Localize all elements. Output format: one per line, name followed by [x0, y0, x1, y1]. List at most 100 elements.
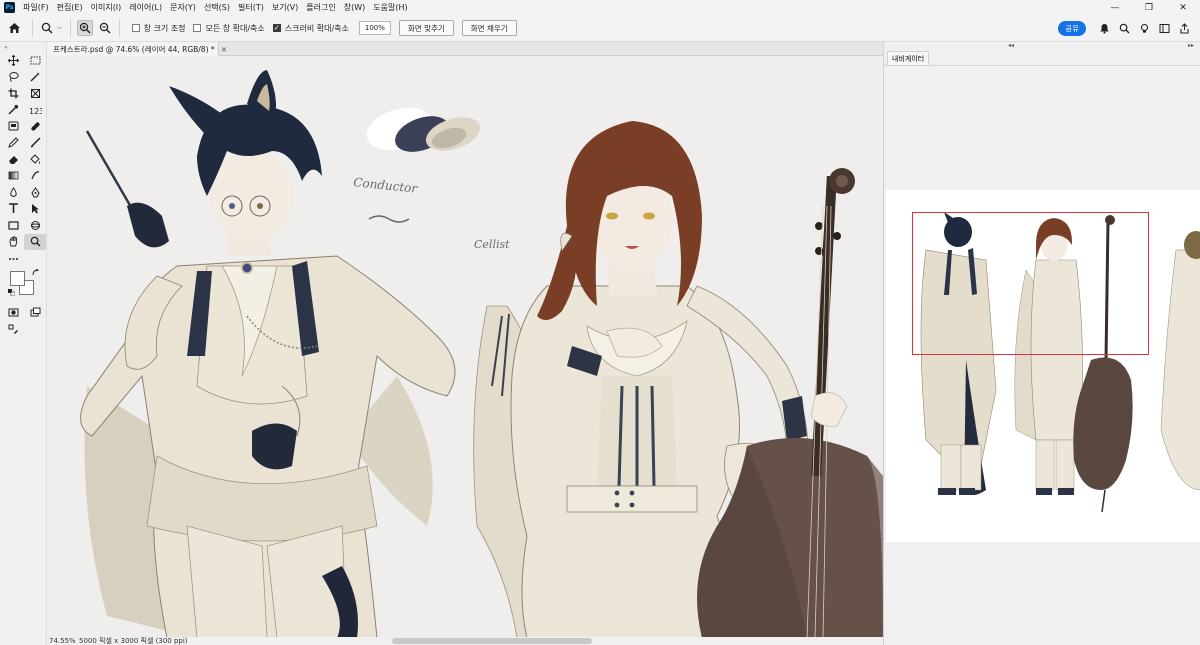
- more-tools-button[interactable]: [2, 250, 24, 267]
- magic-wand-tool[interactable]: [24, 69, 46, 86]
- brush-tool-icon: [30, 137, 41, 148]
- count-tool[interactable]: 123: [24, 102, 46, 119]
- workspace-icon: [1159, 23, 1169, 33]
- menu-type[interactable]: 문자(Y): [166, 2, 200, 13]
- notifications-button[interactable]: [1094, 18, 1114, 38]
- status-bar: 74.55% 5000 픽셀 x 3000 픽셀 (300 ppi): [47, 637, 883, 645]
- gradient-tool[interactable]: [2, 168, 24, 185]
- eraser-tool[interactable]: [2, 151, 24, 168]
- window-controls: — ❐ ✕: [1098, 0, 1200, 15]
- menu-layer[interactable]: 레이어(L): [125, 2, 166, 13]
- fill-screen-button[interactable]: 화면 채우기: [461, 20, 517, 36]
- spot-healing-tool[interactable]: [2, 118, 24, 135]
- menu-file[interactable]: 파일(F): [19, 2, 53, 13]
- frame-tool[interactable]: [24, 85, 46, 102]
- maximize-button[interactable]: ❐: [1132, 0, 1166, 15]
- 3d-object-icon: [30, 220, 40, 230]
- menu-view[interactable]: 보기(V): [268, 2, 302, 13]
- type-tool[interactable]: [2, 201, 24, 218]
- zoom-all-windows-checkbox[interactable]: 모든 창 확대/축소: [193, 23, 265, 34]
- zoom-tool[interactable]: [24, 233, 46, 250]
- menu-window[interactable]: 창(W): [340, 2, 370, 13]
- minimize-button[interactable]: —: [1098, 0, 1132, 15]
- healing-brush-tool[interactable]: [24, 118, 46, 135]
- zoom-percent-field[interactable]: 100%: [358, 21, 391, 35]
- document-tab-bar: 프케스트라.psd @ 74.6% (레이어 44, RGB/8) * ×: [47, 42, 883, 56]
- close-tab-icon[interactable]: ×: [221, 45, 228, 54]
- tools-panel: « 123: [0, 42, 47, 645]
- foreground-color-swatch[interactable]: [10, 270, 25, 286]
- collapse-right-icon[interactable]: ▸▸: [1188, 42, 1194, 50]
- share-button[interactable]: 공유: [1058, 20, 1086, 36]
- horizontal-scrollbar[interactable]: [392, 638, 592, 644]
- brush-tool[interactable]: [24, 135, 46, 152]
- tools-panel-grip[interactable]: «: [0, 42, 46, 52]
- edit-toolbar-button[interactable]: [2, 321, 24, 338]
- path-select-tool[interactable]: [24, 201, 46, 218]
- collapse-left-icon[interactable]: ◂◂: [1008, 42, 1014, 50]
- move-tool-icon: [7, 54, 19, 66]
- scrubby-zoom-checkbox[interactable]: ✓ 스크러비 확대/축소: [272, 23, 349, 34]
- home-button[interactable]: [0, 15, 28, 42]
- frame-tool-icon: [30, 88, 40, 98]
- bandage-tool-icon: [30, 122, 40, 131]
- screen-mode-button[interactable]: [24, 305, 46, 322]
- pen-tool[interactable]: [24, 184, 46, 201]
- divider: [32, 19, 33, 37]
- gradient-tool-icon: [8, 171, 18, 180]
- lasso-tool[interactable]: [2, 69, 24, 86]
- share-document-button[interactable]: [1174, 18, 1194, 38]
- photoshop-window: Ps 파일(F) 편집(E) 이미지(I) 레이어(L) 문자(Y) 선택(S)…: [0, 0, 1200, 645]
- menu-bar: Ps 파일(F) 편집(E) 이미지(I) 레이어(L) 문자(Y) 선택(S)…: [0, 0, 1200, 15]
- empty-slot: [24, 250, 46, 267]
- document-canvas[interactable]: Conductor Cellist: [47, 56, 883, 638]
- lightbulb-icon: [1140, 23, 1148, 33]
- fit-screen-button[interactable]: 화면 맞추기: [398, 20, 454, 36]
- navigator-view-box[interactable]: [912, 212, 1149, 355]
- pencil-tool[interactable]: [2, 135, 24, 152]
- close-window-button[interactable]: ✕: [1166, 0, 1200, 15]
- navigator-preview[interactable]: [886, 190, 1200, 542]
- zoom-level[interactable]: 74.55%: [47, 637, 79, 645]
- count-tool-icon: 123: [29, 107, 42, 115]
- chevron-down-icon[interactable]: ⌵: [57, 24, 62, 32]
- eyedropper-tool[interactable]: [2, 102, 24, 119]
- eyedropper-tool-icon: [7, 105, 18, 115]
- checkbox-box[interactable]: [131, 24, 140, 32]
- zoom-in-button[interactable]: [76, 20, 93, 36]
- checkbox-box[interactable]: [193, 24, 202, 32]
- marquee-tool[interactable]: [24, 52, 46, 69]
- menu-image[interactable]: 이미지(I): [87, 2, 126, 13]
- document-info[interactable]: 5000 픽셀 x 3000 픽셀 (300 ppi): [79, 636, 188, 645]
- tab-navigator[interactable]: 내비게이터: [887, 51, 930, 65]
- crop-tool[interactable]: [2, 85, 24, 102]
- hand-tool[interactable]: [2, 234, 24, 251]
- blur-tool[interactable]: [2, 184, 24, 201]
- menu-filter[interactable]: 필터(T): [234, 2, 268, 13]
- quick-mask-button[interactable]: [2, 305, 24, 322]
- zoom-out-button[interactable]: [97, 20, 113, 36]
- sphere-tool[interactable]: [24, 217, 46, 234]
- menu-help[interactable]: 도움말(H): [369, 2, 411, 13]
- default-colors-icon[interactable]: [8, 288, 15, 296]
- history-brush-tool[interactable]: [24, 168, 46, 185]
- cellist-annotation: Cellist: [474, 238, 510, 251]
- zoom-tool-preset-button[interactable]: [39, 20, 55, 36]
- resize-windows-checkbox[interactable]: 창 크기 조정: [131, 23, 185, 34]
- type-tool-icon: [8, 203, 18, 214]
- checkbox-checked[interactable]: ✓: [272, 24, 281, 32]
- search-button[interactable]: [1114, 18, 1134, 38]
- menu-select[interactable]: 선택(S): [200, 2, 234, 13]
- swap-colors-icon[interactable]: [32, 268, 40, 277]
- menu-edit[interactable]: 편집(E): [53, 2, 87, 13]
- upload-icon: [1179, 22, 1189, 34]
- paint-bucket-tool[interactable]: [24, 151, 46, 168]
- rectangle-tool-icon: [7, 221, 19, 230]
- menu-plugins[interactable]: 플러그인: [302, 2, 339, 13]
- document-tab[interactable]: 프케스트라.psd @ 74.6% (레이어 44, RGB/8) * ×: [47, 42, 227, 56]
- workspace-button[interactable]: [1154, 18, 1174, 38]
- move-tool[interactable]: [2, 52, 24, 69]
- rectangle-tool[interactable]: [2, 217, 24, 234]
- zoom-in-icon: [79, 22, 91, 34]
- discover-button[interactable]: [1134, 18, 1154, 38]
